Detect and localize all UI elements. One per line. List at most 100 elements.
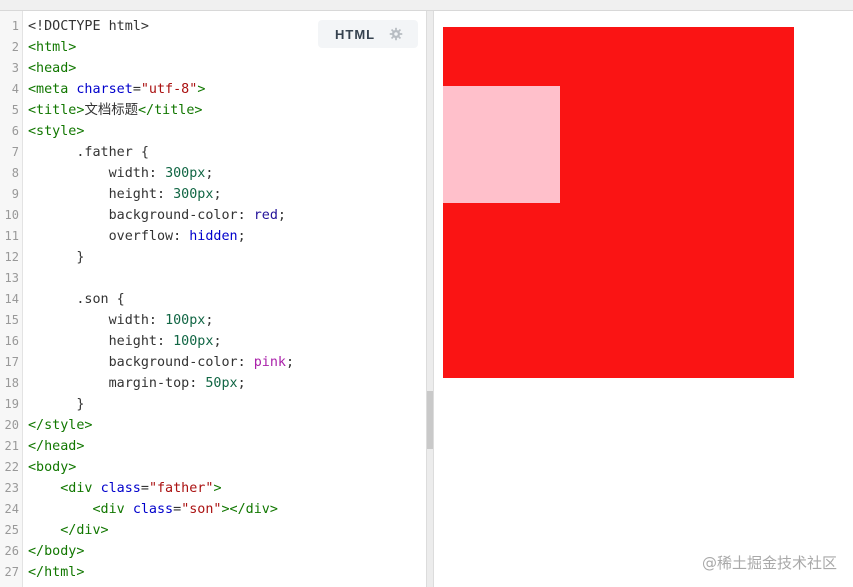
code-line[interactable]: 18 margin-top: 50px; <box>0 373 426 394</box>
code-line[interactable]: 23 <div class="father"> <box>0 478 426 499</box>
code-token: 100px <box>165 313 206 328</box>
code-line[interactable]: 16 height: 100px; <box>0 331 426 352</box>
code-text: margin-top: 50px; <box>28 373 246 394</box>
code-line[interactable]: 7 .father { <box>0 142 426 163</box>
line-number: 1 <box>11 19 19 33</box>
line-number: 11 <box>4 229 19 243</box>
code-text: </body> <box>28 541 84 562</box>
code-line[interactable]: 13 <box>0 268 426 289</box>
code-line[interactable]: 10 background-color: red; <box>0 205 426 226</box>
code-text: <style> <box>28 121 84 142</box>
code-token: height: <box>28 334 174 349</box>
code-text: overflow: hidden; <box>28 226 246 247</box>
pane-splitter[interactable] <box>426 11 434 587</box>
code-line[interactable]: 19 } <box>0 394 426 415</box>
code-token: <html> <box>28 40 77 55</box>
gear-icon[interactable] <box>389 27 403 41</box>
code-token: .son { <box>28 292 125 307</box>
code-line[interactable]: 20 </style> <box>0 415 426 436</box>
code-token: </head> <box>28 439 85 454</box>
code-line[interactable]: 3 <head> <box>0 58 426 79</box>
code-token: = <box>173 502 182 517</box>
code-line[interactable]: 12 } <box>0 247 426 268</box>
line-number: 17 <box>4 355 19 369</box>
code-lines[interactable]: 1 <!DOCTYPE html> 2 <html> 3 <head> 4 <meta cha… <box>0 16 426 583</box>
code-line[interactable]: 8 width: 300px; <box>0 163 426 184</box>
code-text: } <box>28 394 84 415</box>
code-text: <div class="father"> <box>28 478 222 499</box>
code-token: <style> <box>28 124 85 139</box>
code-text: </div> <box>28 520 109 541</box>
code-editor[interactable]: 1 <!DOCTYPE html> 2 <html> 3 <head> 4 <meta cha… <box>0 11 426 587</box>
watermark: @稀土掘金技术社区 <box>701 554 837 572</box>
code-token: > <box>197 82 206 97</box>
code-token: <meta <box>28 82 77 97</box>
line-number: 21 <box>4 439 19 453</box>
code-token: <body> <box>28 460 77 475</box>
code-line[interactable]: 14 .son { <box>0 289 426 310</box>
line-number: 19 <box>4 397 19 411</box>
code-token: <div <box>28 502 133 517</box>
code-token: width: <box>28 166 166 181</box>
code-token: ; <box>237 376 246 391</box>
code-token: </body> <box>28 544 85 559</box>
code-token: ; <box>237 229 246 244</box>
code-token: red <box>253 208 278 223</box>
code-line[interactable]: 21 </head> <box>0 436 426 457</box>
code-text: width: 300px; <box>28 163 214 184</box>
code-line[interactable]: 11 overflow: hidden; <box>0 226 426 247</box>
line-number: 27 <box>4 565 19 579</box>
code-line[interactable]: 17 background-color: pink; <box>0 352 426 373</box>
code-text: <!DOCTYPE html> <box>28 16 149 37</box>
top-toolbar <box>0 0 853 11</box>
code-text: height: 300px; <box>28 184 222 205</box>
code-line[interactable]: 22 <body> <box>0 457 426 478</box>
code-token: ; <box>285 355 295 370</box>
code-token: "son" <box>181 502 222 517</box>
code-token: pink <box>253 355 286 370</box>
code-token: </html> <box>28 565 85 580</box>
code-line[interactable]: 24 <div class="son"></div> <box>0 499 426 520</box>
code-line[interactable]: 27 </html> <box>0 562 426 583</box>
result-preview <box>434 11 853 587</box>
code-token: > <box>213 481 222 496</box>
splitter-handle[interactable] <box>427 391 433 449</box>
code-text: } <box>28 247 84 268</box>
code-token: <div <box>28 481 101 496</box>
code-line[interactable]: 5 <title>文档标题</title> <box>0 100 426 121</box>
code-text: <html> <box>28 37 76 58</box>
line-number: 25 <box>4 523 19 537</box>
code-token: } <box>28 397 85 412</box>
language-selector[interactable]: HTML <box>318 20 418 48</box>
line-number: 18 <box>4 376 19 390</box>
line-number: 23 <box>4 481 19 495</box>
code-token: 100px <box>173 334 214 349</box>
code-token: ; <box>277 208 286 223</box>
line-number: 22 <box>4 460 19 474</box>
code-line[interactable]: 26 </body> <box>0 541 426 562</box>
code-token: background-color: <box>28 355 254 370</box>
code-token: <head> <box>28 61 77 76</box>
code-token: </div> <box>28 523 109 538</box>
code-text: </style> <box>28 415 93 436</box>
code-token: ></div> <box>221 502 278 517</box>
code-line[interactable]: 9 height: 300px; <box>0 184 426 205</box>
code-token: ; <box>205 313 214 328</box>
code-text: .father { <box>28 142 149 163</box>
line-number: 3 <box>11 61 19 75</box>
code-text: </html> <box>28 562 84 583</box>
code-line[interactable]: 25 </div> <box>0 520 426 541</box>
code-token: overflow: <box>28 229 190 244</box>
code-token: ; <box>213 334 222 349</box>
code-token: = <box>140 481 149 496</box>
code-line[interactable]: 6 <style> <box>0 121 426 142</box>
line-number: 14 <box>4 292 19 306</box>
code-token: .father { <box>28 145 149 160</box>
code-token: charset <box>76 82 133 97</box>
code-text: <div class="son"></div> <box>28 499 278 520</box>
code-line[interactable]: 4 <meta charset="utf-8"> <box>0 79 426 100</box>
code-token: </style> <box>28 418 93 433</box>
line-number: 8 <box>11 166 19 180</box>
line-number: 13 <box>4 271 19 285</box>
code-line[interactable]: 15 width: 100px; <box>0 310 426 331</box>
